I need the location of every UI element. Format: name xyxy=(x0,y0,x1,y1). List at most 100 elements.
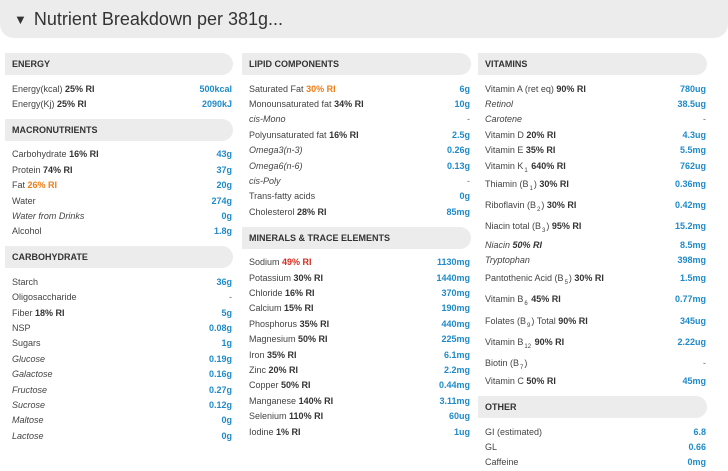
nutrient-row: Omega6(n-6) 0.13g xyxy=(242,158,471,173)
ri-percent: 18% RI xyxy=(35,307,65,318)
ri-percent: 50% RI xyxy=(526,376,556,387)
nutrient-value: 36g xyxy=(216,276,232,287)
nutrient-row: Vitamin C 50% RI 45mg xyxy=(478,374,707,389)
section-header: MINERALS & TRACE ELEMENTS xyxy=(242,226,471,249)
ri-percent: 110% RI xyxy=(289,411,324,422)
nutrient-label: Glucose xyxy=(12,353,46,364)
nutrient-value: 0.66 xyxy=(688,442,706,453)
nutrient-row: cis-Mono - xyxy=(242,112,471,127)
ri-percent: 28% RI xyxy=(297,206,327,217)
nutrient-row: Vitamin D 20% RI 4.3ug xyxy=(478,127,707,142)
ri-percent: 35% RI xyxy=(525,145,556,156)
nutrient-value: 15.2mg xyxy=(674,221,706,232)
ri-percent: 35% RI xyxy=(267,349,297,360)
nutrient-label: Omega3(n-3) xyxy=(249,145,303,156)
ri-percent: 16% RI xyxy=(329,129,359,140)
nutrient-value: 0.19g xyxy=(208,353,232,364)
nutrient-name: Retinol xyxy=(485,99,513,109)
section-header: CARBOHYDRATE xyxy=(5,246,233,269)
nutrient-label: GI (estimated) xyxy=(485,426,543,437)
nutrient-name: Energy(kcal) 25% RI xyxy=(12,84,95,94)
nutrient-label: Sodium xyxy=(249,257,280,268)
nutrient-name: Glucose xyxy=(12,354,45,364)
nutrient-name: Alcohol xyxy=(12,226,42,236)
nutrient-label: Vitamin K xyxy=(485,160,524,171)
ri-percent: 90% RI xyxy=(556,83,586,94)
nutrient-row: Zinc 20% RI 2.2mg xyxy=(242,362,471,377)
nutrient-row: Calcium 15% RI 190mg xyxy=(242,301,471,316)
nutrient-name: Trans-fatty acids xyxy=(249,191,315,201)
nutrient-value: 8.5mg xyxy=(679,239,706,250)
nutrient-label: Lactose xyxy=(12,430,44,441)
nutrient-row: Potassium 30% RI 1440mg xyxy=(242,270,471,285)
nutrient-label: cis-Poly xyxy=(249,176,281,187)
nutrient-name: Caffeine xyxy=(485,457,518,467)
nutrient-row: Starch 36g xyxy=(5,274,233,289)
nutrient-subscript: 9 xyxy=(527,322,531,329)
nutrient-name: Saturated Fat 30% RI xyxy=(249,84,336,94)
nutrient-name: Fructose xyxy=(12,385,47,395)
nutrient-name: Sucrose xyxy=(12,400,45,410)
ri-percent: 30% RI xyxy=(574,273,604,284)
nutrient-name: Phosphorus 35% RI xyxy=(249,319,329,329)
nutrient-label: Biotin (B xyxy=(485,358,520,369)
nutrient-name: cis-Poly xyxy=(249,176,281,186)
section-header: OTHER xyxy=(478,396,707,419)
nutrient-label: Phosphorus xyxy=(249,318,298,329)
nutrient-value: 780ug xyxy=(679,83,706,94)
nutrient-label: Carbohydrate xyxy=(12,149,67,160)
nutrient-label: Vitamin B xyxy=(485,294,524,305)
nutrient-subscript: 5 xyxy=(564,280,568,287)
nutrient-row: Monounsaturated fat 34% RI 10g xyxy=(242,96,471,111)
other-section: OTHER GI (estimated) 6.8 GL 0.66 Caffeine 0mg xyxy=(478,396,707,470)
nutrient-value: 1.8g xyxy=(213,226,232,237)
nutrient-subscript: 3 xyxy=(542,228,546,235)
nutrient-name: Niacin 50% RI xyxy=(485,240,542,250)
nutrient-value: 45mg xyxy=(682,376,706,387)
ri-percent: 1% RI xyxy=(276,426,301,437)
nutrient-subscript: 1 xyxy=(524,167,528,174)
nutrient-row: GL 0.66 xyxy=(478,439,707,454)
nutrient-value: 20g xyxy=(216,180,232,191)
nutrient-label: Copper xyxy=(249,380,279,391)
nutrient-name: Manganese 140% RI xyxy=(249,396,333,406)
nutrient-label: Fiber xyxy=(12,307,33,318)
nutrient-name: Folates (B9) Total 90% RI xyxy=(485,316,588,329)
nutrient-name: Vitamin B6 45% RI xyxy=(485,294,561,307)
ri-percent: 30% RI xyxy=(546,200,577,211)
section-header: VITAMINS xyxy=(478,53,707,75)
nutrient-value: 345ug xyxy=(679,315,706,326)
nutrient-name: GL xyxy=(485,442,497,452)
nutrient-breakdown-toggle[interactable]: ▼ Nutrient Breakdown per 381g... xyxy=(0,0,728,38)
nutrient-value: 5.5mg xyxy=(679,145,706,156)
ri-percent: 16% RI xyxy=(285,287,315,298)
ri-percent: 50% RI xyxy=(512,239,543,250)
nutrient-name: Vitamin C 50% RI xyxy=(485,376,556,386)
nutrient-label: Pantothenic Acid (B xyxy=(485,273,564,284)
nutrient-value: 2.5g xyxy=(451,129,470,140)
nutrient-value: 0.44mg xyxy=(438,380,470,391)
ri-percent: 30% RI xyxy=(539,178,569,189)
nutrient-label: Selenium xyxy=(249,411,287,422)
nutrient-row: Carotene - xyxy=(478,112,707,127)
nutrient-value: 1ug xyxy=(453,426,470,437)
nutrient-label: Carotene xyxy=(485,114,523,125)
carbohydrate-section: CARBOHYDRATE Starch 36g Oligosaccharide - Fi… xyxy=(5,246,233,443)
nutrient-label: Galactose xyxy=(12,369,53,380)
nutrient-label: Vitamin A (ret eq) xyxy=(485,83,554,94)
nutrient-name: Energy(Kj) 25% RI xyxy=(12,99,87,109)
section-header: LIPID COMPONENTS xyxy=(242,53,471,75)
nutrient-label: Starch xyxy=(12,276,39,287)
nutrient-name: Cholesterol 28% RI xyxy=(249,207,327,217)
nutrient-name: Carotene xyxy=(485,114,522,124)
nutrient-label: Trans-fatty acids xyxy=(249,191,316,202)
nutrient-subscript: 12 xyxy=(524,343,532,350)
nutrient-row: Pantothenic Acid (B5) 30% RI 1.5mg xyxy=(478,268,707,289)
nutrient-row: Water 274g xyxy=(5,193,233,208)
nutrient-label: Calcium xyxy=(249,303,282,314)
nutrient-row: Caffeine 0mg xyxy=(478,455,707,470)
nutrient-row: Sugars 1g xyxy=(5,336,233,351)
nutrient-label: cis-Mono xyxy=(249,114,286,125)
ri-percent: 50% RI xyxy=(281,380,311,391)
nutrient-label: Maltose xyxy=(12,415,44,426)
